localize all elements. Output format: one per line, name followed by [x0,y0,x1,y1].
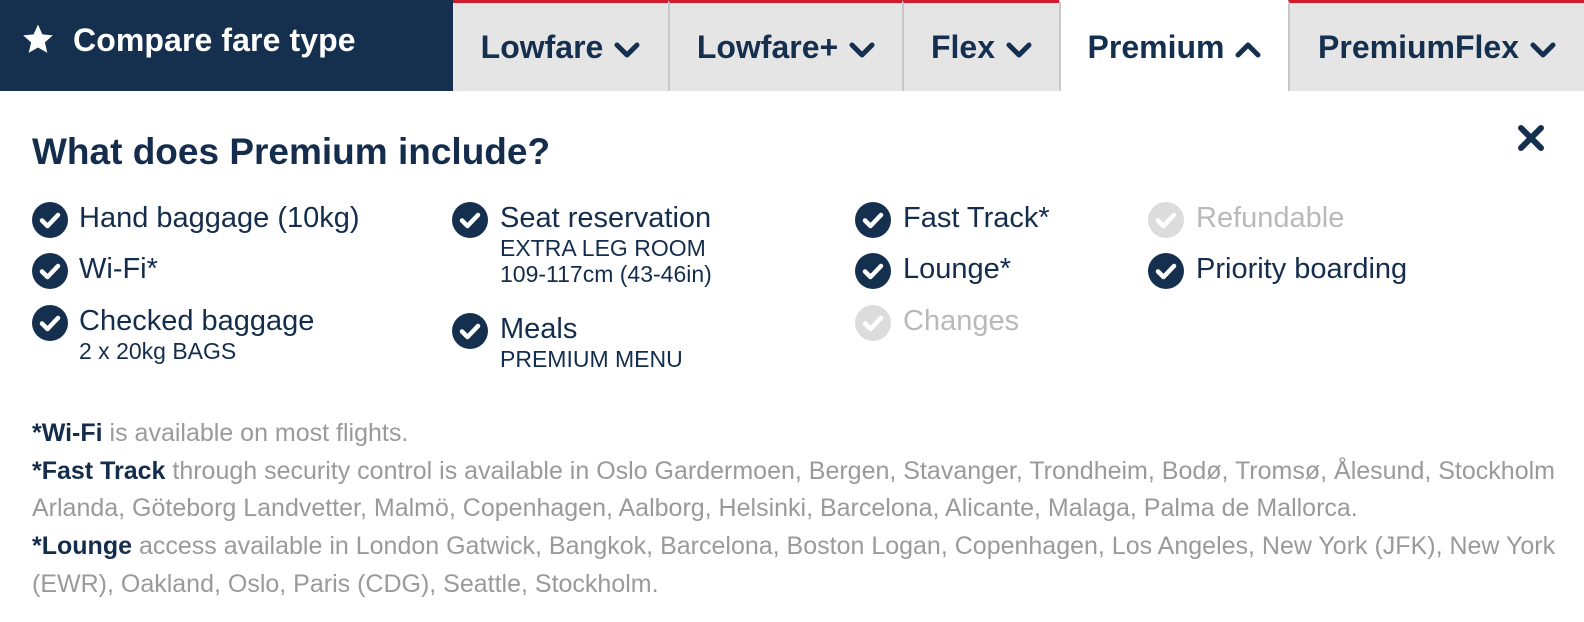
check-circle-icon [1148,253,1184,289]
check-circle-disabled-icon [855,305,891,341]
check-circle-icon [32,305,68,341]
footnote-text: through security control is available in… [32,456,1555,523]
feature-label: Priority boarding [1196,253,1408,285]
footnote-key: *Lounge [32,532,132,561]
star-icon [23,24,53,53]
tab-flex[interactable]: Flex [902,0,1059,91]
feature-label: Changes [903,305,1020,337]
footnote-fast-track: *Fast Track through security control is … [32,453,1562,528]
feature-sublabel: PREMIUM MENU [500,346,683,372]
feature-label: Hand baggage (10kg) [79,202,360,234]
feature-sublabel: EXTRA LEG ROOM [500,235,706,261]
check-circle-icon [32,253,68,289]
check-circle-icon [452,202,488,238]
check-circle-icon [855,202,891,238]
tab-lowfare[interactable]: Lowfare [453,0,668,91]
chevron-down-icon [1530,42,1556,58]
feature-label: Checked baggage [79,305,315,337]
tab-label: Flex [930,28,996,65]
tab-premium[interactable]: Premium [1059,0,1288,91]
feature-label: Seat reservation [500,202,712,234]
fare-header: Compare fare type Lowfare Lowfare+ Flex … [0,0,1584,91]
close-icon[interactable] [1516,123,1546,153]
feature-sublabel: 109-117cm (43-46in) [500,261,712,287]
feature-sublabel: 2 x 20kg BAGS [79,338,237,364]
check-circle-icon [855,253,891,289]
tab-label: Lowfare [480,28,604,65]
tab-label: PremiumFlex [1318,28,1519,65]
tab-label: Premium [1087,28,1225,65]
chevron-down-icon [614,42,640,58]
tab-premiumflex[interactable]: PremiumFlex [1288,0,1584,91]
feature-label: Fast Track* [903,202,1050,234]
feature-label: Lounge* [903,253,1012,285]
chevron-up-icon [1235,42,1261,58]
chevron-down-icon [1006,42,1032,58]
check-circle-disabled-icon [1148,202,1184,238]
footnote-wifi: *Wi-Fi is available on most flights. [32,415,1562,453]
footnote-text: is available on most flights. [102,419,409,447]
chevron-down-icon [849,42,875,58]
footnote-text: access available in London Gatwick, Bang… [32,532,1556,598]
tab-label: Lowfare+ [696,28,839,65]
check-circle-icon [452,313,488,349]
tab-lowfare-plus[interactable]: Lowfare+ [668,0,902,91]
compare-fare-type-header: Compare fare type [0,0,453,91]
compare-title: Compare fare type [73,22,356,58]
footnote-key: *Wi-Fi [32,419,103,447]
panel-title: What does Premium include? [32,131,551,172]
footnotes: *Wi-Fi is available on most flights. *Fa… [32,415,1562,604]
check-circle-icon [32,202,68,238]
feature-label: Meals [500,313,578,345]
footnote-lounge: *Lounge access available in London Gatwi… [32,528,1562,603]
feature-label: Wi-Fi* [79,253,158,285]
feature-label: Refundable [1196,202,1345,234]
footnote-key: *Fast Track [32,456,166,485]
